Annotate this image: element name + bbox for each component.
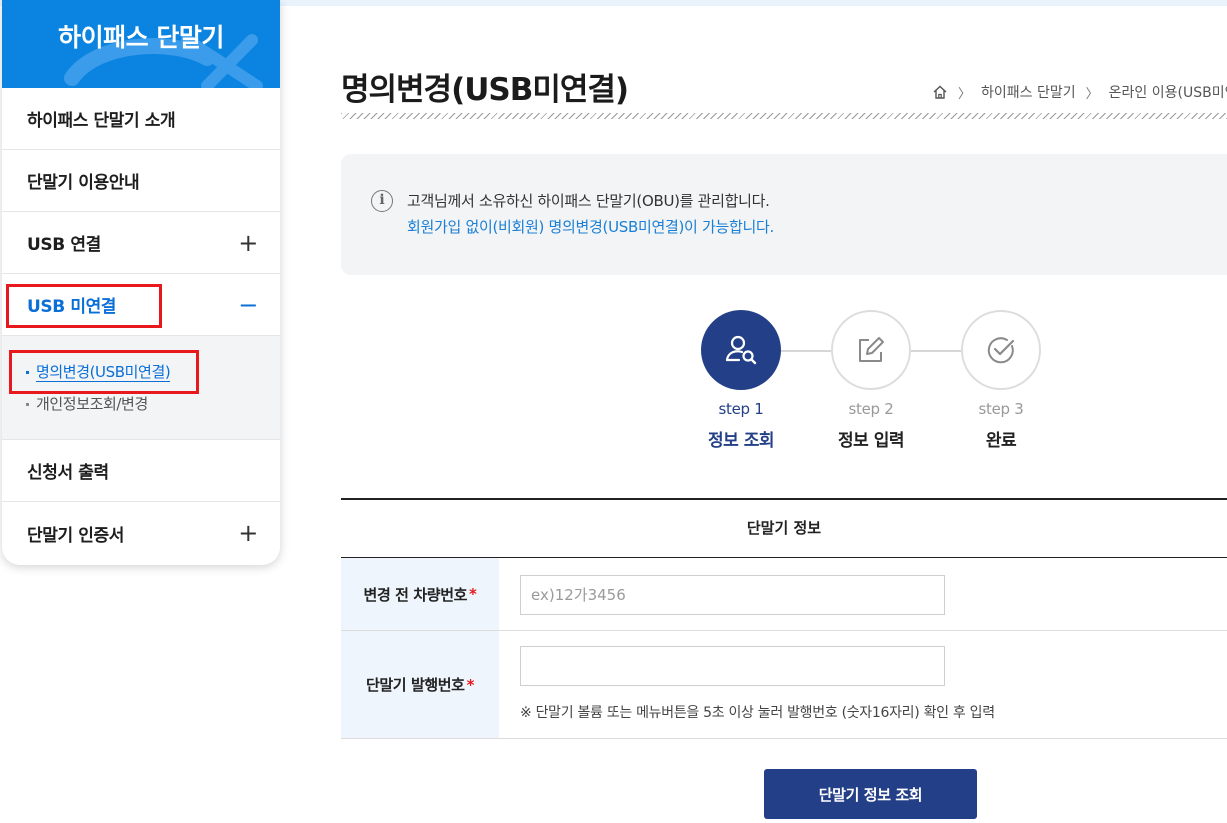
label-text: 변경 전 차량번호: [364, 584, 467, 605]
breadcrumb-separator: 〉: [958, 83, 971, 102]
step-3-number: step 3: [941, 400, 1061, 418]
serial-hint-text: ※ 단말기 볼륨 또는 메뉴버튼을 5초 이상 눌러 발행번호 (숫자16자리)…: [520, 702, 995, 722]
serial-number-input[interactable]: [520, 646, 945, 686]
submenu-item-label: 개인정보조회/변경: [36, 395, 148, 413]
step-1-label: 정보 조회: [681, 426, 801, 451]
sidebar-item-certificate[interactable]: 단말기 인증서 +: [2, 502, 280, 564]
sidebar-item-intro[interactable]: 하이패스 단말기 소개: [2, 88, 280, 150]
field-label-serial: 단말기 발행번호 *: [341, 631, 499, 738]
sidebar-header: 하이패스 단말기: [2, 0, 280, 88]
required-mark: *: [467, 676, 474, 694]
sidebar-item-label: 단말기 이용안내: [27, 168, 139, 193]
info-icon: i: [371, 190, 393, 212]
sidebar-item-guide[interactable]: 단말기 이용안내: [2, 150, 280, 212]
step-connector: [781, 350, 831, 352]
sidebar-item-label: 신청서 출력: [27, 458, 109, 483]
sidebar-item-label: 단말기 인증서: [27, 521, 124, 546]
check-circle-icon: [985, 334, 1017, 366]
sidebar-submenu: 명의변경(USB미연결) 개인정보조회/변경: [2, 336, 280, 440]
breadcrumb-separator: 〉: [1086, 83, 1099, 102]
breadcrumb: 〉 하이패스 단말기 〉 온라인 이용(USB미연: [932, 82, 1227, 102]
user-search-icon: [724, 333, 758, 367]
title-divider: [341, 113, 1227, 119]
sidebar-item-print-form[interactable]: 신청서 출력: [2, 440, 280, 502]
sidebar-item-usb-connected[interactable]: USB 연결 +: [2, 212, 280, 274]
submenu-item-personal-info[interactable]: 개인정보조회/변경: [2, 390, 280, 422]
sidebar-item-usb-not-connected[interactable]: USB 미연결 −: [2, 274, 280, 336]
sidebar-item-label: USB 미연결: [27, 292, 116, 317]
vehicle-number-input[interactable]: [520, 575, 945, 615]
step-2-label: 정보 입력: [811, 426, 931, 451]
minus-icon[interactable]: −: [238, 293, 258, 317]
table-section-title: 단말기 정보: [341, 500, 1227, 558]
step-3-circle: [961, 310, 1041, 390]
edit-icon: [855, 334, 887, 366]
notice-highlight-text: 회원가입 없이(비회원) 명의변경(USB미연결)이 가능합니다.: [407, 216, 774, 237]
notice-box: i 고객님께서 소유하신 하이패스 단말기(OBU)를 관리합니다. 회원가입 …: [341, 154, 1227, 275]
sidebar-item-label: USB 연결: [27, 230, 101, 255]
breadcrumb-item[interactable]: 온라인 이용(USB미연: [1109, 82, 1227, 102]
step-connector: [911, 350, 961, 352]
table-row-vehicle: 변경 전 차량번호 *: [341, 558, 1227, 631]
page-title: 명의변경(USB미연결): [341, 64, 628, 109]
required-mark: *: [469, 585, 476, 603]
step-3-label: 완료: [941, 426, 1061, 451]
step-1-number: step 1: [681, 400, 801, 418]
breadcrumb-item[interactable]: 하이패스 단말기: [981, 82, 1076, 102]
sidebar: 하이패스 단말기 하이패스 단말기 소개 단말기 이용안내 USB 연결 + U…: [2, 0, 280, 565]
plus-icon[interactable]: +: [238, 231, 258, 255]
table-row-serial: 단말기 발행번호 * ※ 단말기 볼륨 또는 메뉴버튼을 5초 이상 눌러 발행…: [341, 631, 1227, 739]
step-1-circle: [701, 310, 781, 390]
notice-text: 고객님께서 소유하신 하이패스 단말기(OBU)를 관리합니다.: [407, 190, 770, 211]
submenu-item-name-change[interactable]: 명의변경(USB미연결): [2, 358, 280, 390]
submenu-item-label: 명의변경(USB미연결): [36, 363, 170, 382]
plus-icon[interactable]: +: [238, 521, 258, 545]
label-text: 단말기 발행번호: [366, 674, 465, 695]
sidebar-title: 하이패스 단말기: [2, 18, 280, 54]
home-icon[interactable]: [932, 84, 948, 100]
terminal-lookup-button[interactable]: 단말기 정보 조회: [764, 769, 977, 819]
step-2-circle: [831, 310, 911, 390]
step-2-number: step 2: [811, 400, 931, 418]
field-label-vehicle: 변경 전 차량번호 *: [341, 558, 499, 630]
sidebar-item-label: 하이패스 단말기 소개: [27, 106, 175, 131]
